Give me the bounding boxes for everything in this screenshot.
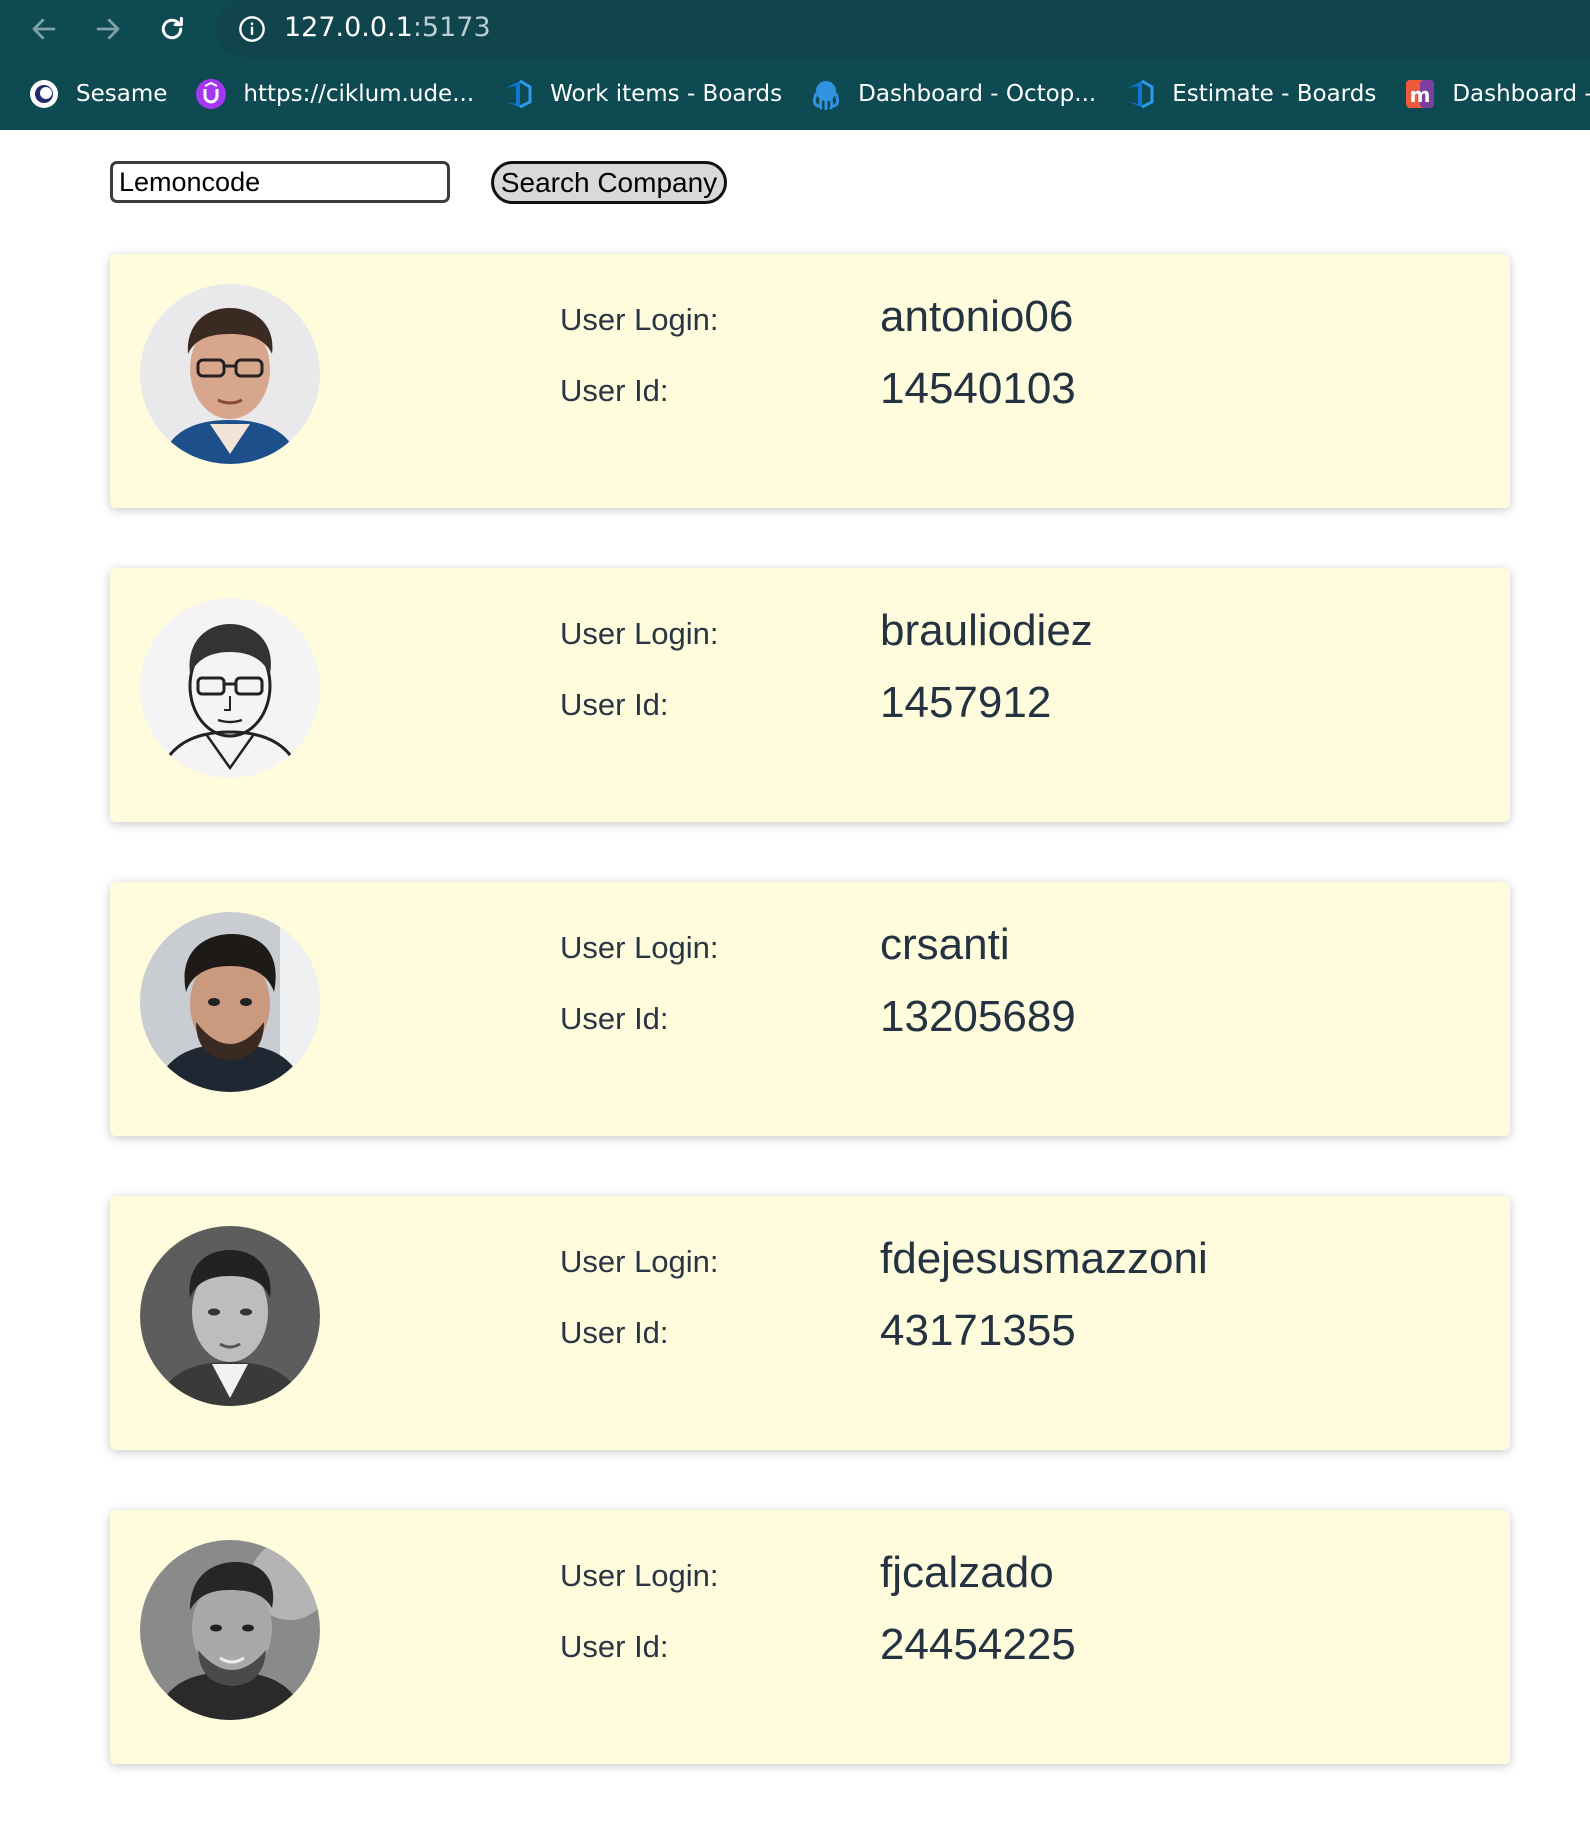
user-login-value: brauliodiez <box>880 606 1093 655</box>
bookmark-label: Estimate - Boards <box>1172 81 1377 107</box>
user-login-label: User Login: <box>560 1558 719 1593</box>
azure-devops-icon <box>502 78 534 110</box>
user-login-label: User Login: <box>560 930 719 965</box>
bookmark-label: Dashboard - MyCik <box>1452 81 1590 107</box>
address-bar[interactable]: 127.0.0.1:5173 <box>216 0 1590 58</box>
member-card: User Login: crsanti User Id: 13205689 <box>110 882 1510 1136</box>
arrow-left-icon <box>32 18 56 40</box>
member-card: User Login: antonio06 User Id: 14540103 <box>110 254 1510 508</box>
search-company-button[interactable]: Search Company <box>491 161 727 204</box>
azure-devops-icon <box>1124 78 1156 110</box>
user-id-label: User Id: <box>560 373 669 408</box>
user-id-label: User Id: <box>560 687 669 722</box>
browser-toolbar: 127.0.0.1:5173 <box>0 0 1590 58</box>
avatar <box>140 284 320 464</box>
user-login-value: fdejesusmazzoni <box>880 1234 1208 1283</box>
bookmark-ciklum-udemy[interactable]: https://ciklum.ude... <box>195 78 474 110</box>
user-id-value: 24454225 <box>880 1620 1076 1669</box>
member-card: User Login: fjcalzado User Id: 24454225 <box>110 1510 1510 1764</box>
member-card: User Login: brauliodiez User Id: 1457912 <box>110 568 1510 822</box>
sesame-icon <box>28 78 60 110</box>
svg-text:m: m <box>1410 83 1431 107</box>
arrow-right-icon <box>96 18 120 40</box>
avatar <box>140 1226 320 1406</box>
avatar <box>140 1540 320 1720</box>
forward-button[interactable] <box>86 8 130 50</box>
bookmark-dashboard-mycik[interactable]: m Dashboard - MyCik <box>1404 78 1590 110</box>
url-port: :5173 <box>412 12 491 43</box>
member-card: User Login: fdejesusmazzoni User Id: 431… <box>110 1196 1510 1450</box>
bookmark-label: https://ciklum.ude... <box>243 81 475 107</box>
udemy-icon <box>195 78 227 110</box>
bookmark-estimate-boards[interactable]: Estimate - Boards <box>1124 78 1376 110</box>
company-search-input[interactable] <box>110 161 450 203</box>
user-login-label: User Login: <box>560 302 719 337</box>
url-text[interactable]: 127.0.0.1:5173 <box>284 12 491 43</box>
user-login-label: User Login: <box>560 1244 719 1279</box>
url-host: 127.0.0.1 <box>284 12 413 43</box>
info-icon[interactable] <box>238 15 266 43</box>
avatar <box>140 598 320 778</box>
user-login-value: antonio06 <box>880 292 1074 341</box>
browser-chrome: 127.0.0.1:5173 Sesame https://ciklum.ude… <box>0 0 1590 130</box>
user-id-value: 13205689 <box>880 992 1076 1041</box>
bookmark-label: Work items - Boards <box>550 81 783 107</box>
octopus-icon <box>810 78 842 110</box>
avatar <box>140 912 320 1092</box>
back-button[interactable] <box>22 8 66 50</box>
user-login-label: User Login: <box>560 616 719 651</box>
user-id-label: User Id: <box>560 1315 669 1350</box>
bookmark-dashboard-octopus[interactable]: Dashboard - Octop... <box>810 78 1096 110</box>
bookmark-label: Sesame <box>76 81 168 107</box>
user-id-value: 43171355 <box>880 1306 1076 1355</box>
user-id-value: 14540103 <box>880 364 1076 413</box>
user-id-label: User Id: <box>560 1001 669 1036</box>
user-login-value: crsanti <box>880 920 1010 969</box>
user-login-value: fjcalzado <box>880 1548 1054 1597</box>
reload-button[interactable] <box>150 8 194 50</box>
bookmark-label: Dashboard - Octop... <box>858 81 1097 107</box>
mycik-icon: m <box>1404 78 1436 110</box>
bookmark-sesame[interactable]: Sesame <box>28 78 167 110</box>
member-list: User Login: antonio06 User Id: 14540103 … <box>110 254 1510 1824</box>
user-id-value: 1457912 <box>880 678 1052 727</box>
user-id-label: User Id: <box>560 1629 669 1664</box>
reload-icon <box>161 16 183 40</box>
bookmark-work-items-boards[interactable]: Work items - Boards <box>502 78 782 110</box>
bookmarks-bar: Sesame https://ciklum.ude... Work items … <box>0 66 1590 122</box>
